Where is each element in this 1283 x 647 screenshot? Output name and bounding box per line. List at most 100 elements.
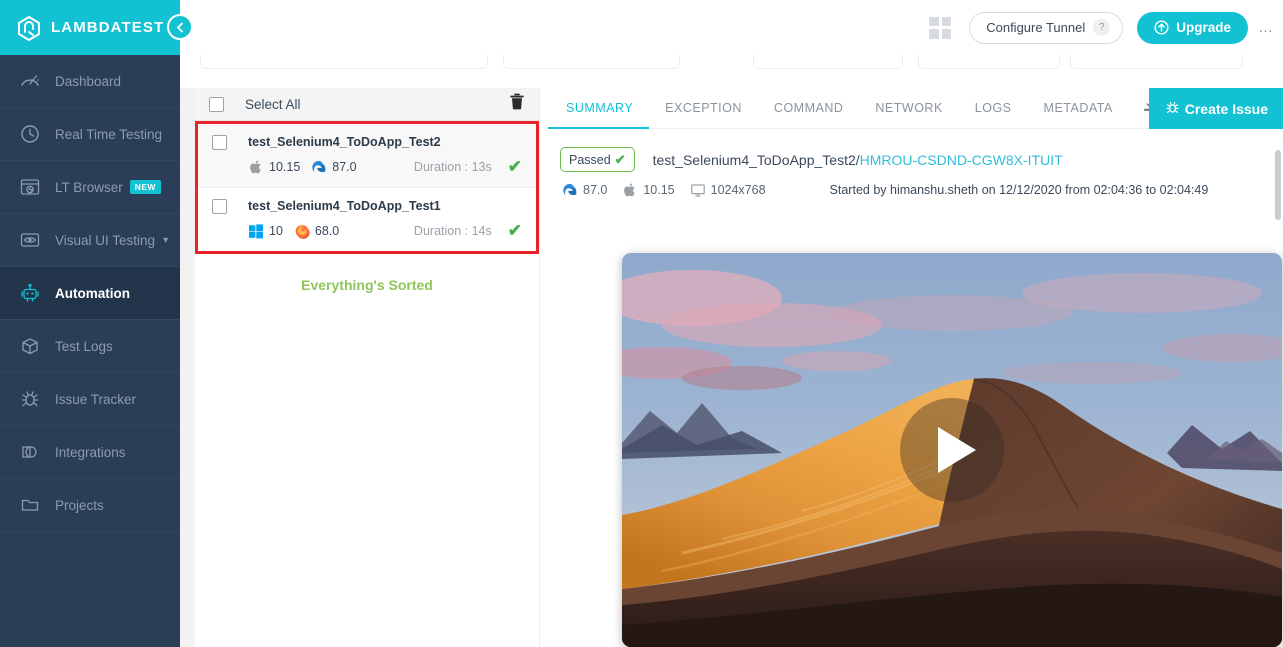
- tab-metadata[interactable]: METADATA: [1028, 88, 1129, 129]
- sidebar-item-integrations[interactable]: Integrations: [0, 426, 180, 479]
- sidebar-item-label: Integrations: [55, 445, 126, 460]
- grid-cell: [929, 29, 939, 39]
- eye-window-icon: [18, 228, 42, 252]
- sidebar-item-visual-ui-testing[interactable]: Visual UI Testing ▾: [0, 214, 180, 267]
- page-background-gutter: [180, 88, 195, 647]
- create-issue-label: Create Issue: [1185, 101, 1268, 117]
- create-issue-button[interactable]: Create Issue: [1149, 88, 1283, 129]
- test-list-item[interactable]: test_Selenium4_ToDoApp_Test2 10.15: [198, 124, 536, 187]
- trash-icon[interactable]: [509, 93, 525, 115]
- bug-icon: [18, 387, 42, 411]
- select-all-label: Select All: [245, 97, 301, 112]
- os-version: 10.15: [269, 160, 300, 174]
- filter-dropdown[interactable]: [200, 55, 488, 69]
- detail-test-name: test_Selenium4_ToDoApp_Test2/: [653, 152, 860, 168]
- new-badge: NEW: [130, 180, 161, 194]
- sidebar-item-label: Projects: [55, 498, 104, 513]
- test-item-header: test_Selenium4_ToDoApp_Test2: [212, 135, 522, 150]
- tab-command[interactable]: COMMAND: [758, 88, 859, 129]
- test-duration: Duration : 13s: [414, 160, 492, 174]
- test-item-checkbox[interactable]: [212, 199, 227, 214]
- sidebar-item-lt-browser[interactable]: LT Browser NEW: [0, 161, 180, 214]
- check-icon: ✔: [508, 221, 522, 241]
- detail-os-version: 10.15: [643, 183, 674, 197]
- play-icon: [938, 427, 976, 473]
- tab-logs[interactable]: LOGS: [959, 88, 1028, 129]
- apple-icon: [248, 159, 264, 175]
- status-badge-label: Passed: [569, 153, 611, 167]
- browser-version: 87.0: [332, 160, 356, 174]
- configure-tunnel-button[interactable]: Configure Tunnel ?: [969, 12, 1123, 44]
- user-menu-icon[interactable]: …: [1258, 19, 1273, 36]
- brand-name: LAMBDATEST: [51, 19, 164, 36]
- configure-tunnel-label: Configure Tunnel: [986, 20, 1085, 35]
- detail-tabs: SUMMARY EXCEPTION COMMAND NETWORK LOGS M…: [548, 88, 1275, 129]
- sidebar-item-real-time-testing[interactable]: Real Time Testing: [0, 108, 180, 161]
- filter-bar: [180, 55, 1283, 88]
- check-icon: ✔: [615, 152, 626, 168]
- filter-dropdown[interactable]: [1070, 55, 1243, 69]
- tab-exception[interactable]: EXCEPTION: [649, 88, 758, 129]
- tab-network[interactable]: NETWORK: [859, 88, 958, 129]
- test-duration: Duration : 14s: [414, 224, 492, 238]
- sidebar-item-projects[interactable]: Projects: [0, 479, 180, 532]
- started-by-text: Started by himanshu.sheth on 12/12/2020 …: [830, 183, 1209, 197]
- windows-icon: [248, 223, 264, 239]
- filter-dropdown[interactable]: [753, 55, 903, 69]
- select-all-checkbox[interactable]: [209, 97, 224, 112]
- robot-icon: [18, 281, 42, 305]
- test-video-player[interactable]: [622, 253, 1282, 647]
- help-icon[interactable]: ?: [1093, 19, 1110, 36]
- sidebar-item-issue-tracker[interactable]: Issue Tracker: [0, 373, 180, 426]
- test-item-checkbox[interactable]: [212, 135, 227, 150]
- bug-icon: [1165, 100, 1180, 118]
- box-icon: [18, 334, 42, 358]
- sidebar-item-label: Issue Tracker: [55, 392, 136, 407]
- detail-browser-version: 87.0: [583, 183, 607, 197]
- sidebar-item-label: Real Time Testing: [55, 127, 162, 142]
- lambdatest-logo-icon: [16, 15, 42, 41]
- grid-cell: [942, 29, 952, 39]
- sidebar-item-label: LT Browser: [55, 180, 123, 195]
- test-status-row: Passed ✔ test_Selenium4_ToDoApp_Test2/HM…: [548, 129, 1275, 172]
- sidebar-item-test-logs[interactable]: Test Logs: [0, 320, 180, 373]
- filter-dropdown[interactable]: [503, 55, 680, 69]
- grid-cell: [929, 17, 939, 27]
- sidebar-item-label: Visual UI Testing: [55, 233, 155, 248]
- os-version: 10: [269, 224, 283, 238]
- sidebar-collapse-button[interactable]: [167, 14, 193, 40]
- app-grid-icon[interactable]: [929, 17, 951, 39]
- test-list-item[interactable]: test_Selenium4_ToDoApp_Test1 10: [198, 187, 536, 251]
- upgrade-button[interactable]: Upgrade: [1137, 12, 1248, 44]
- test-list-panel: Select All test_Selenium4_ToDoApp_Test2: [195, 88, 540, 647]
- test-item-name: test_Selenium4_ToDoApp_Test2: [248, 135, 441, 149]
- monitor-icon: [690, 182, 706, 198]
- browser-window-icon: [18, 175, 42, 199]
- sidebar-item-label: Automation: [55, 286, 130, 301]
- highlighted-test-group: test_Selenium4_ToDoApp_Test2 10.15: [195, 121, 539, 254]
- integrations-icon: [18, 440, 42, 464]
- detail-scrollbar[interactable]: [1275, 150, 1281, 220]
- sidebar-item-dashboard[interactable]: Dashboard: [0, 55, 180, 108]
- brand-header: LAMBDATEST: [0, 0, 180, 55]
- sidebar-item-label: Test Logs: [55, 339, 113, 354]
- firefox-icon: [294, 223, 310, 239]
- sidebar-item-automation[interactable]: Automation: [0, 267, 180, 320]
- test-item-header: test_Selenium4_ToDoApp_Test1: [212, 199, 522, 214]
- browser-version: 68.0: [315, 224, 339, 238]
- folder-icon: [18, 493, 42, 517]
- upload-circle-icon: [1154, 20, 1169, 35]
- chevron-left-icon: [175, 22, 186, 33]
- session-id-link[interactable]: HMROU-CSDND-CGW8X-ITUIT: [860, 152, 1063, 168]
- chevron-down-icon[interactable]: ▾: [163, 235, 168, 246]
- top-bar: Configure Tunnel ? Upgrade …: [180, 0, 1283, 55]
- edge-icon: [311, 159, 327, 175]
- grid-cell: [942, 17, 952, 27]
- tab-summary[interactable]: SUMMARY: [548, 88, 649, 129]
- filter-dropdown[interactable]: [918, 55, 1060, 69]
- sidebar-item-label: Dashboard: [55, 74, 121, 89]
- page-title: test_Selenium4_ToDoApp_Test2/HMROU-CSDND…: [653, 152, 1063, 168]
- apple-icon: [622, 182, 638, 198]
- play-button[interactable]: [900, 398, 1004, 502]
- test-item-meta: 10.15 87.0 Duration : 13s ✔: [212, 157, 522, 177]
